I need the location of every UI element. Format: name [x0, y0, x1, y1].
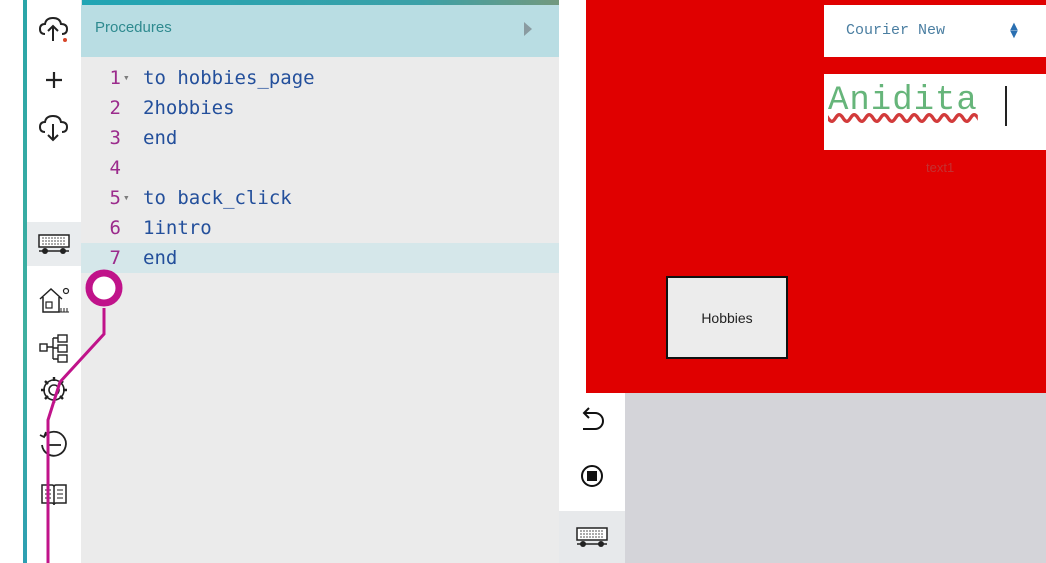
home-scene-icon	[39, 287, 70, 313]
font-select-value: Courier New	[846, 22, 946, 39]
hobbies-button-label: Hobbies	[701, 309, 753, 326]
structure-button[interactable]	[27, 326, 81, 370]
code-text: to hobbies_page	[143, 67, 315, 89]
code-line[interactable]: 6 1intro	[81, 213, 559, 243]
text-caret	[1005, 86, 1007, 126]
line-number: 5	[109, 187, 121, 209]
undo-icon	[582, 407, 604, 430]
plus-icon	[46, 72, 62, 88]
select-arrows-icon: ▲ ▼	[1010, 21, 1018, 40]
history-icon	[39, 430, 67, 457]
code-text: 1intro	[143, 217, 212, 239]
procedures-editor[interactable]: Procedures 1 ▾ to hobbies_page 2 2hobbie…	[81, 5, 559, 563]
code-line[interactable]: 4	[81, 153, 559, 183]
stage-gutter	[559, 0, 586, 393]
gear-icon	[41, 377, 67, 403]
code-text: 2hobbies	[143, 97, 235, 119]
text-input-value: Anidita	[828, 82, 978, 120]
upload-to-cloud-button[interactable]	[27, 8, 81, 52]
code-line[interactable]: 2 2hobbies	[81, 93, 559, 123]
turtle-cart-icon	[576, 527, 608, 547]
scene-button[interactable]	[27, 278, 81, 322]
font-select[interactable]: Courier New ▲ ▼	[824, 5, 1046, 57]
stage-canvas[interactable]	[586, 0, 1046, 393]
code-line[interactable]: 1 ▾ to hobbies_page	[81, 63, 559, 93]
code-line[interactable]: 3 end	[81, 123, 559, 153]
line-number: 7	[109, 247, 121, 269]
undo-button[interactable]	[559, 395, 625, 445]
text-input-label: text1	[926, 160, 955, 175]
add-button[interactable]	[27, 58, 81, 102]
book-icon	[41, 484, 67, 506]
line-number: 3	[109, 127, 121, 149]
code-area[interactable]: 1 ▾ to hobbies_page 2 2hobbies 3 end 4 5…	[81, 63, 559, 273]
stop-icon	[581, 465, 603, 487]
code-text: to back_click	[143, 187, 292, 209]
code-text: end	[143, 127, 178, 149]
cloud-download-icon	[38, 114, 69, 142]
history-button[interactable]	[27, 422, 81, 466]
editor-title: Procedures	[95, 19, 172, 36]
expand-arrow-icon[interactable]	[524, 22, 532, 36]
console-area	[625, 393, 1046, 563]
line-number: 4	[109, 157, 121, 179]
download-from-cloud-button[interactable]	[27, 106, 81, 150]
tree-structure-icon	[39, 334, 68, 363]
cloud-upload-icon	[38, 16, 69, 42]
turtle-cart-icon	[38, 234, 70, 254]
code-text: end	[143, 247, 178, 269]
fold-toggle-icon[interactable]: ▾	[123, 63, 130, 93]
run-controls	[559, 393, 625, 563]
icon-sidebar	[27, 0, 82, 563]
editor-header: Procedures	[81, 5, 559, 57]
line-number: 2	[109, 97, 121, 119]
settings-button[interactable]	[27, 368, 81, 412]
code-line[interactable]: 5 ▾ to back_click	[81, 183, 559, 213]
turtle-cart-control-button[interactable]	[559, 511, 625, 563]
hobbies-button[interactable]: Hobbies	[666, 276, 788, 359]
stop-button[interactable]	[559, 451, 625, 501]
code-line-active[interactable]: 7 end	[81, 243, 559, 273]
help-book-button[interactable]	[27, 472, 81, 516]
text-input-text1[interactable]: Anidita	[824, 74, 1046, 150]
left-edge	[0, 0, 27, 563]
turtle-cart-button[interactable]	[27, 222, 81, 266]
fold-toggle-icon[interactable]: ▾	[123, 183, 130, 213]
line-number: 6	[109, 217, 121, 239]
line-number: 1	[109, 67, 121, 89]
